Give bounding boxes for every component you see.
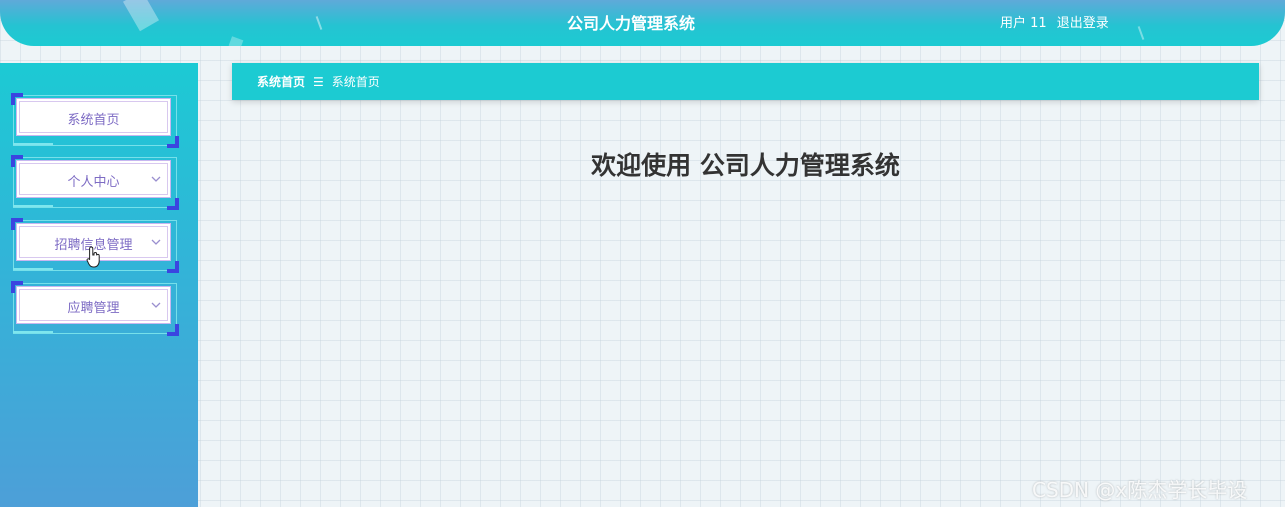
menu-item-corner: [167, 136, 179, 148]
menu-item-corner: [167, 324, 179, 336]
chevron-down-icon: [151, 239, 161, 245]
sidebar-item-label: 系统首页: [67, 113, 120, 128]
sidebar-item-home[interactable]: 系统首页: [11, 93, 179, 148]
top-header: 公司人力管理系统 用户 11 退出登录: [0, 0, 1285, 46]
user-area: 用户 11 退出登录: [1000, 12, 1109, 31]
logout-link[interactable]: 退出登录: [1057, 12, 1109, 31]
breadcrumb: 系统首页 ☰ 系统首页: [232, 63, 1259, 100]
sidebar: 系统首页 个人中心 招聘信息管理 应聘管理: [0, 63, 198, 507]
menu-item-box: 应聘管理: [16, 286, 171, 324]
welcome-heading: 欢迎使用 公司人力管理系统: [591, 151, 900, 180]
breadcrumb-current: 系统首页: [331, 75, 380, 89]
hand-pointer-icon: [86, 246, 100, 268]
sidebar-item-application[interactable]: 应聘管理: [11, 281, 179, 336]
menu-item-box: 系统首页: [16, 98, 171, 136]
header-decoration: [228, 36, 244, 46]
breadcrumb-home-link[interactable]: 系统首页: [257, 73, 305, 90]
menu-item-underline: [13, 331, 53, 333]
sidebar-item-label: 应聘管理: [67, 301, 120, 316]
menu-item-underline: [13, 205, 53, 207]
menu-item-underline: [13, 268, 53, 270]
menu-item-corner: [167, 261, 179, 273]
chevron-down-icon: [151, 302, 161, 308]
menu-item-corner: [167, 198, 179, 210]
user-label: 用户 11: [1000, 16, 1047, 31]
watermark: CSDN @x陈杰学长毕设: [1032, 478, 1248, 502]
menu-item-box: 个人中心: [16, 160, 171, 198]
sidebar-item-personal-center[interactable]: 个人中心: [11, 155, 179, 210]
menu-item-underline: [13, 143, 53, 145]
chevron-down-icon: [151, 176, 161, 182]
sidebar-item-label: 个人中心: [67, 175, 120, 190]
breadcrumb-separator-icon: ☰: [313, 74, 324, 89]
